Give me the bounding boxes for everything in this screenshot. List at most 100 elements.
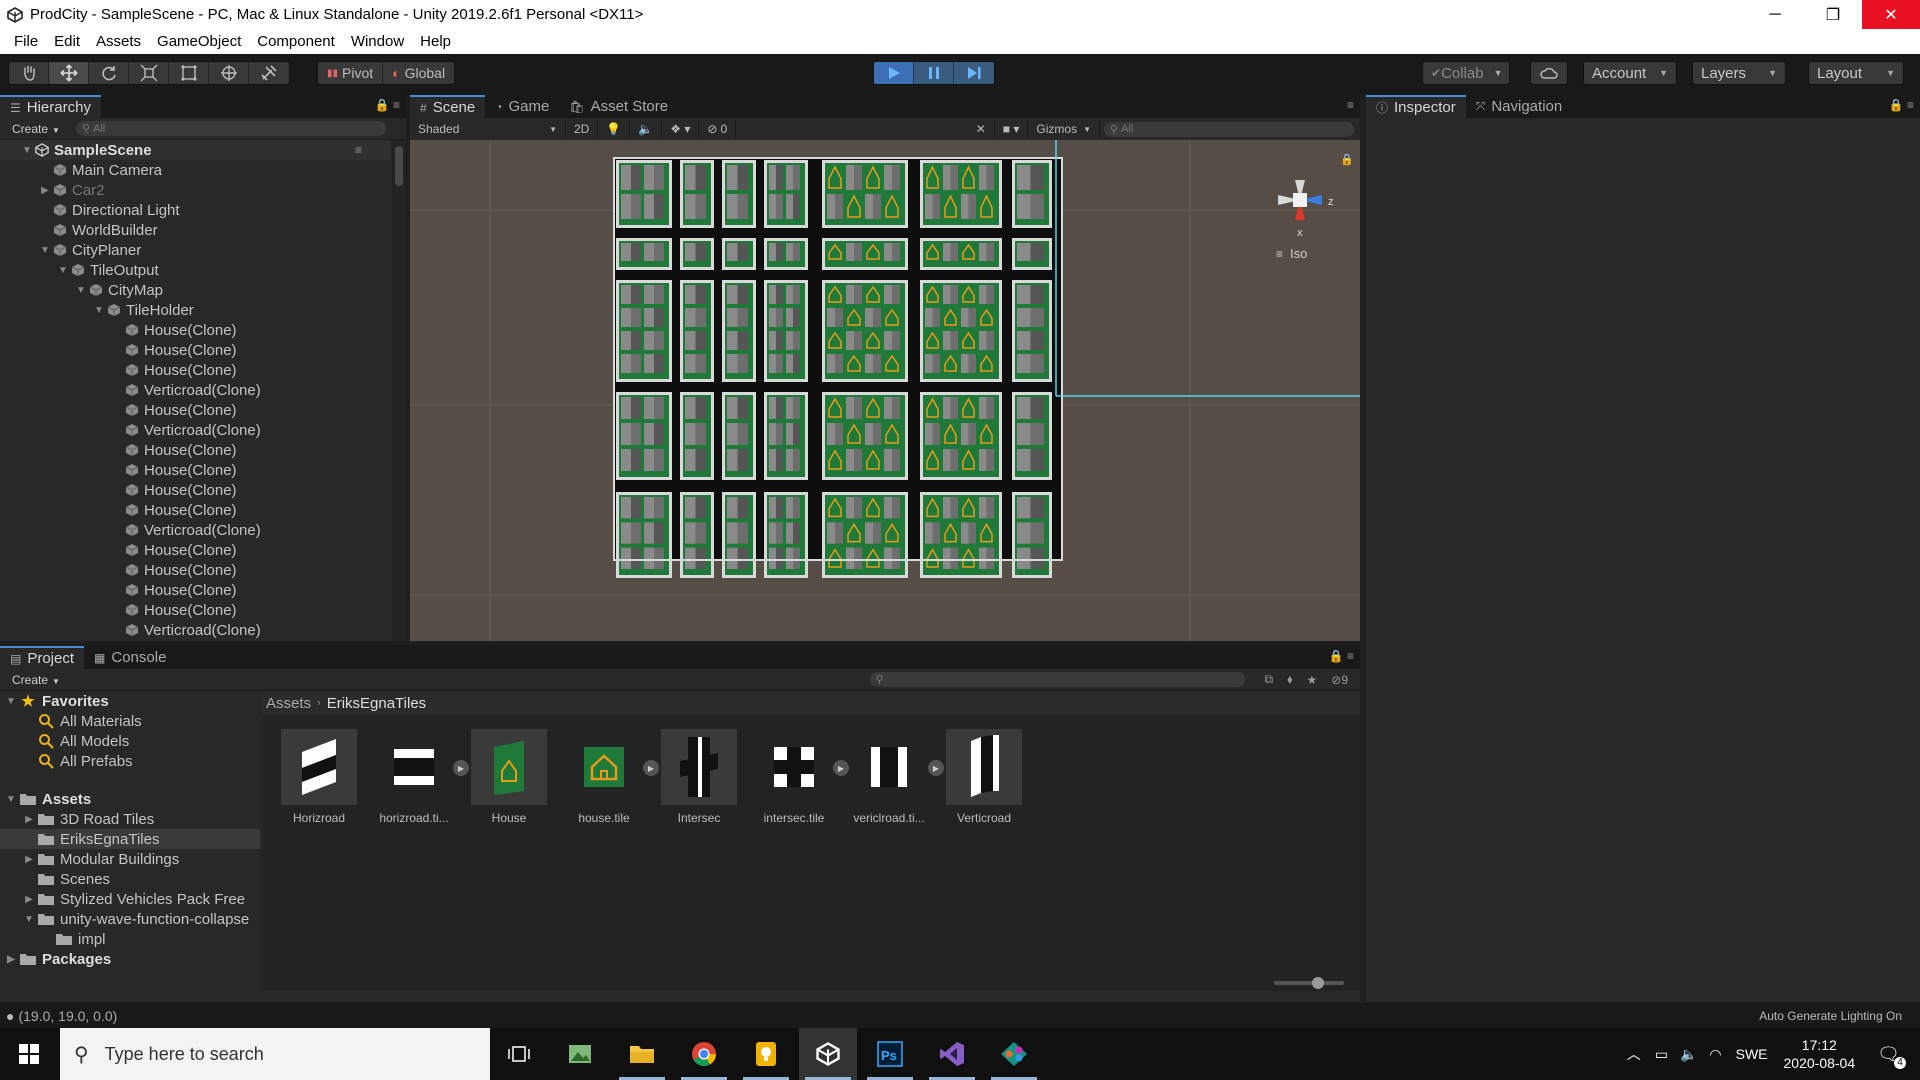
hierarchy-item[interactable]: ▼ TileHolder xyxy=(0,300,390,320)
scene-row[interactable]: ▼ SampleScene ≡ xyxy=(0,140,390,160)
menu-assets[interactable]: Assets xyxy=(88,33,149,50)
expand-arrow-icon[interactable]: ▼ xyxy=(38,245,52,256)
layout-dropdown[interactable]: Layout ▼ xyxy=(1808,61,1904,85)
hierarchy-search-input[interactable]: ⚲ All xyxy=(75,121,386,136)
menu-edit[interactable]: Edit xyxy=(46,33,88,50)
menu-window[interactable]: Window xyxy=(343,33,412,50)
favorite-search-item[interactable]: All Materials xyxy=(0,711,260,731)
effects-toggle-icon[interactable]: ❖ ▾ xyxy=(662,120,700,138)
favorite-search-item[interactable]: All Prefabs xyxy=(0,751,260,771)
collab-dropdown[interactable]: ✔ Collab ▼ xyxy=(1422,61,1510,85)
menu-component[interactable]: Component xyxy=(249,33,343,50)
pause-button[interactable] xyxy=(914,62,954,84)
gizmo-projection-label[interactable]: Iso xyxy=(1290,246,1307,261)
hierarchy-item[interactable]: Verticroad(Clone) xyxy=(0,420,390,440)
hierarchy-item[interactable]: ▼ CityMap xyxy=(0,280,390,300)
scene-search-input[interactable]: ⚲ All xyxy=(1104,121,1354,137)
step-button[interactable] xyxy=(954,62,994,84)
move-tool-icon[interactable] xyxy=(49,62,89,84)
pivot-toggle[interactable]: ▮▮ Pivot xyxy=(318,62,384,84)
play-button[interactable] xyxy=(874,62,914,84)
hierarchy-item[interactable]: House(Clone) xyxy=(0,540,390,560)
hierarchy-item[interactable]: House(Clone) xyxy=(0,480,390,500)
packages-row[interactable]: ▶ Packages xyxy=(0,949,260,969)
restore-button[interactable]: ❐ xyxy=(1804,0,1862,29)
asset-intersec-tile[interactable]: ▶ intersec.tile xyxy=(751,729,849,825)
orientation-gizmo[interactable]: z x Iso ≡ xyxy=(1276,180,1334,261)
expand-arrow-icon[interactable]: ▼ xyxy=(56,265,70,276)
project-folder-item[interactable]: ▼ unity-wave-function-collapse xyxy=(0,909,260,929)
hierarchy-item[interactable]: Verticroad(Clone) xyxy=(0,620,390,640)
gitkraken-icon[interactable] xyxy=(985,1028,1043,1080)
taskbar-search-box[interactable]: ⚲ Type here to search xyxy=(60,1028,490,1080)
hierarchy-item[interactable]: House(Clone) xyxy=(0,440,390,460)
expand-arrow-icon[interactable]: ▼ xyxy=(22,914,36,925)
tips-app-icon[interactable] xyxy=(737,1028,795,1080)
expand-arrow-icon[interactable]: ▶ xyxy=(22,854,36,865)
panel-menu-icon[interactable]: 🔒 ≡ xyxy=(1329,649,1354,663)
language-indicator[interactable]: SWE xyxy=(1736,1046,1768,1062)
project-folder-item[interactable]: ▶ 3D Road Tiles xyxy=(0,809,260,829)
create-dropdown[interactable]: Create ▼ xyxy=(0,673,72,687)
filter-type-icon[interactable]: ⧉ xyxy=(1265,672,1274,687)
tab-inspector[interactable]: ⓘ Inspector xyxy=(1366,95,1466,118)
cloud-button[interactable] xyxy=(1530,61,1568,85)
panel-menu-icon[interactable]: 🔒 ≡ xyxy=(1889,98,1914,112)
hand-tool-icon[interactable] xyxy=(9,62,49,84)
notification-center-icon[interactable]: 🗨 4 xyxy=(1877,1044,1906,1069)
expand-arrow-icon[interactable]: ▼ xyxy=(74,285,88,296)
scene-menu-icon[interactable]: ≡ xyxy=(355,143,362,157)
tab-asset-store[interactable]: 🛍 Asset Store xyxy=(559,95,678,118)
hidden-objects-toggle[interactable]: ⊘ 0 xyxy=(699,120,737,138)
assets-root-row[interactable]: ▼ Assets xyxy=(0,789,260,809)
asset-vericlroad-tile[interactable]: ▶ vericlroad.ti... xyxy=(846,729,944,825)
minimize-button[interactable]: ─ xyxy=(1746,0,1804,29)
hierarchy-scrollbar[interactable] xyxy=(392,140,406,641)
breadcrumb-assets[interactable]: Assets xyxy=(266,695,311,712)
asset-verticroad[interactable]: Verticroad xyxy=(941,729,1027,825)
battery-icon[interactable]: ▭ xyxy=(1655,1046,1668,1063)
hierarchy-item[interactable]: Main Camera xyxy=(0,160,390,180)
close-button[interactable]: ✕ xyxy=(1862,0,1920,29)
rect-tool-icon[interactable] xyxy=(169,62,209,84)
hierarchy-item[interactable]: ▼ TileOutput xyxy=(0,260,390,280)
hierarchy-item[interactable]: Verticroad(Clone) xyxy=(0,520,390,540)
breadcrumb-current[interactable]: EriksEgnaTiles xyxy=(327,695,426,712)
hierarchy-item[interactable]: House(Clone) xyxy=(0,560,390,580)
unity-app-icon[interactable] xyxy=(799,1028,857,1080)
tab-navigation[interactable]: ⤧ Navigation xyxy=(1466,95,1573,118)
toggle-2d-button[interactable]: 2D xyxy=(566,120,599,138)
thumbnail-size-slider[interactable] xyxy=(1274,977,1344,989)
menu-gameobject[interactable]: GameObject xyxy=(149,33,249,50)
gizmo-center-cube[interactable] xyxy=(1293,193,1307,207)
hierarchy-item[interactable]: House(Clone) xyxy=(0,580,390,600)
filter-label-icon[interactable]: ⬧ xyxy=(1287,672,1292,687)
hierarchy-item[interactable]: Verticroad(Clone) xyxy=(0,380,390,400)
layers-dropdown[interactable]: Layers ▼ xyxy=(1692,61,1786,85)
scene-canvas[interactable]: z x Iso ≡ 🔒 xyxy=(410,140,1360,641)
expand-arrow-icon[interactable]: ▶ xyxy=(4,954,18,965)
gizmos-dropdown[interactable]: Gizmos ▼ xyxy=(1028,120,1100,138)
scale-tool-icon[interactable] xyxy=(129,62,169,84)
start-button[interactable] xyxy=(0,1028,58,1080)
hierarchy-item[interactable]: House(Clone) xyxy=(0,500,390,520)
camera-settings-icon[interactable]: ■ ▾ xyxy=(995,120,1029,138)
chevron-up-icon[interactable]: ︿ xyxy=(1627,1044,1641,1064)
status-message[interactable]: (19.0, 19.0, 0.0) xyxy=(18,1008,117,1024)
favorite-star-icon[interactable]: ★ xyxy=(1306,673,1317,687)
tools-icon[interactable]: ✕ xyxy=(968,120,995,138)
tab-console[interactable]: ▦ Console xyxy=(84,646,176,669)
hierarchy-item[interactable]: House(Clone) xyxy=(0,320,390,340)
hierarchy-item[interactable]: House(Clone) xyxy=(0,400,390,420)
asset-house-tile[interactable]: ▶ house.tile xyxy=(561,729,659,825)
hierarchy-item[interactable]: ▼ CityPlaner xyxy=(0,240,390,260)
asset-intersec[interactable]: Intersec xyxy=(656,729,742,825)
chrome-icon[interactable] xyxy=(675,1028,733,1080)
hierarchy-item[interactable]: Directional Light xyxy=(0,200,390,220)
expand-arrow-icon[interactable]: ▶ xyxy=(22,814,36,825)
slider-knob[interactable] xyxy=(1312,977,1324,989)
project-folder-item[interactable]: impl xyxy=(0,929,260,949)
hierarchy-item[interactable]: WorldBuilder xyxy=(0,220,390,240)
expand-arrow-icon[interactable]: ▶ xyxy=(38,185,52,196)
account-dropdown[interactable]: Account ▼ xyxy=(1583,61,1677,85)
